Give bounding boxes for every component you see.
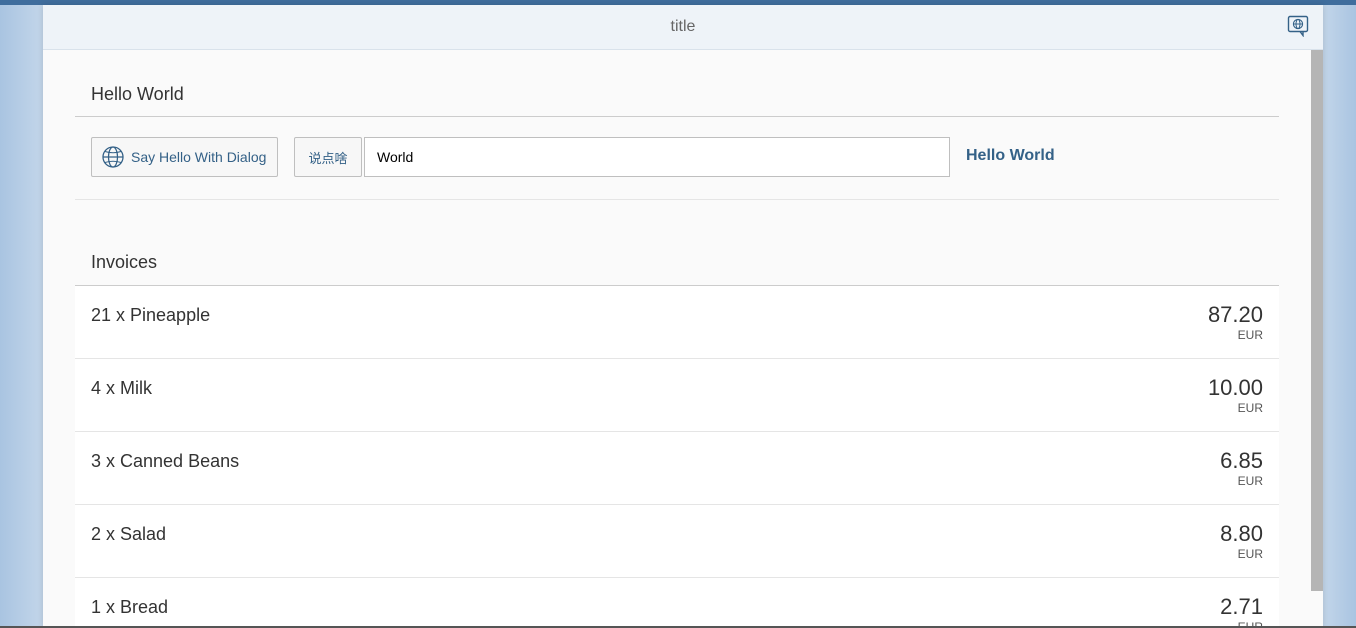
invoice-item-currency: EUR xyxy=(1237,474,1263,488)
feedback-globe-icon[interactable] xyxy=(1287,15,1309,37)
invoice-item-name: 3 x Canned Beans xyxy=(91,451,240,471)
invoice-item-name: 21 x Pineapple xyxy=(91,305,211,325)
invoice-item-amount: 2.71 xyxy=(1220,594,1263,619)
invoice-item-amount: 87.20 xyxy=(1207,302,1263,327)
say-something-button[interactable]: 说点啥 xyxy=(294,137,362,177)
invoice-list: 21 x Pineapple 87.20 EUR 4 x Milk 10.00 … xyxy=(75,286,1279,628)
invoice-item-name: 4 x Milk xyxy=(91,378,153,398)
invoice-item-price: 2.71 EUR xyxy=(1220,594,1263,628)
invoice-item-currency: EUR xyxy=(1237,547,1263,561)
page-title: title xyxy=(670,18,696,35)
invoice-item-currency: EUR xyxy=(1237,328,1263,342)
invoice-item-currency: EUR xyxy=(1237,401,1263,415)
invoice-item-price: 6.85 EUR xyxy=(1220,448,1263,488)
invoice-item-price: 87.20 EUR xyxy=(1208,302,1263,342)
app-shell: title Hello World Say Hello With Dialog … xyxy=(43,5,1323,628)
invoice-item-amount: 6.85 xyxy=(1220,448,1263,473)
invoice-item-name: 2 x Salad xyxy=(91,524,167,544)
main-content: Hello World Say Hello With Dialog 说点啥 He… xyxy=(75,50,1279,628)
invoice-item[interactable]: 21 x Pineapple 87.20 EUR xyxy=(75,286,1279,359)
invoice-item[interactable]: 2 x Salad 8.80 EUR xyxy=(75,505,1279,578)
hello-toolbar: Say Hello With Dialog 说点啥 Hello World xyxy=(75,117,1279,200)
invoice-item-price: 10.00 EUR xyxy=(1208,375,1263,415)
invoice-item-amount: 8.80 xyxy=(1220,521,1263,546)
invoice-item[interactable]: 1 x Bread 2.71 EUR xyxy=(75,578,1279,628)
greeting-text: Hello World xyxy=(966,147,1055,164)
say-hello-dialog-label: Say Hello With Dialog xyxy=(131,149,267,165)
invoice-item[interactable]: 4 x Milk 10.00 EUR xyxy=(75,359,1279,432)
hello-panel-title: Hello World xyxy=(75,50,1279,117)
name-input[interactable] xyxy=(364,137,950,177)
scrollbar[interactable] xyxy=(1311,50,1323,591)
invoice-item-name: 1 x Bread xyxy=(91,597,169,617)
globe-icon xyxy=(101,145,125,169)
invoice-item-amount: 10.00 xyxy=(1207,375,1263,400)
say-hello-dialog-button[interactable]: Say Hello With Dialog xyxy=(91,137,278,177)
page-header: title xyxy=(43,5,1323,50)
invoices-title: Invoices xyxy=(75,200,1279,286)
invoice-item[interactable]: 3 x Canned Beans 6.85 EUR xyxy=(75,432,1279,505)
invoice-item-price: 8.80 EUR xyxy=(1220,521,1263,561)
